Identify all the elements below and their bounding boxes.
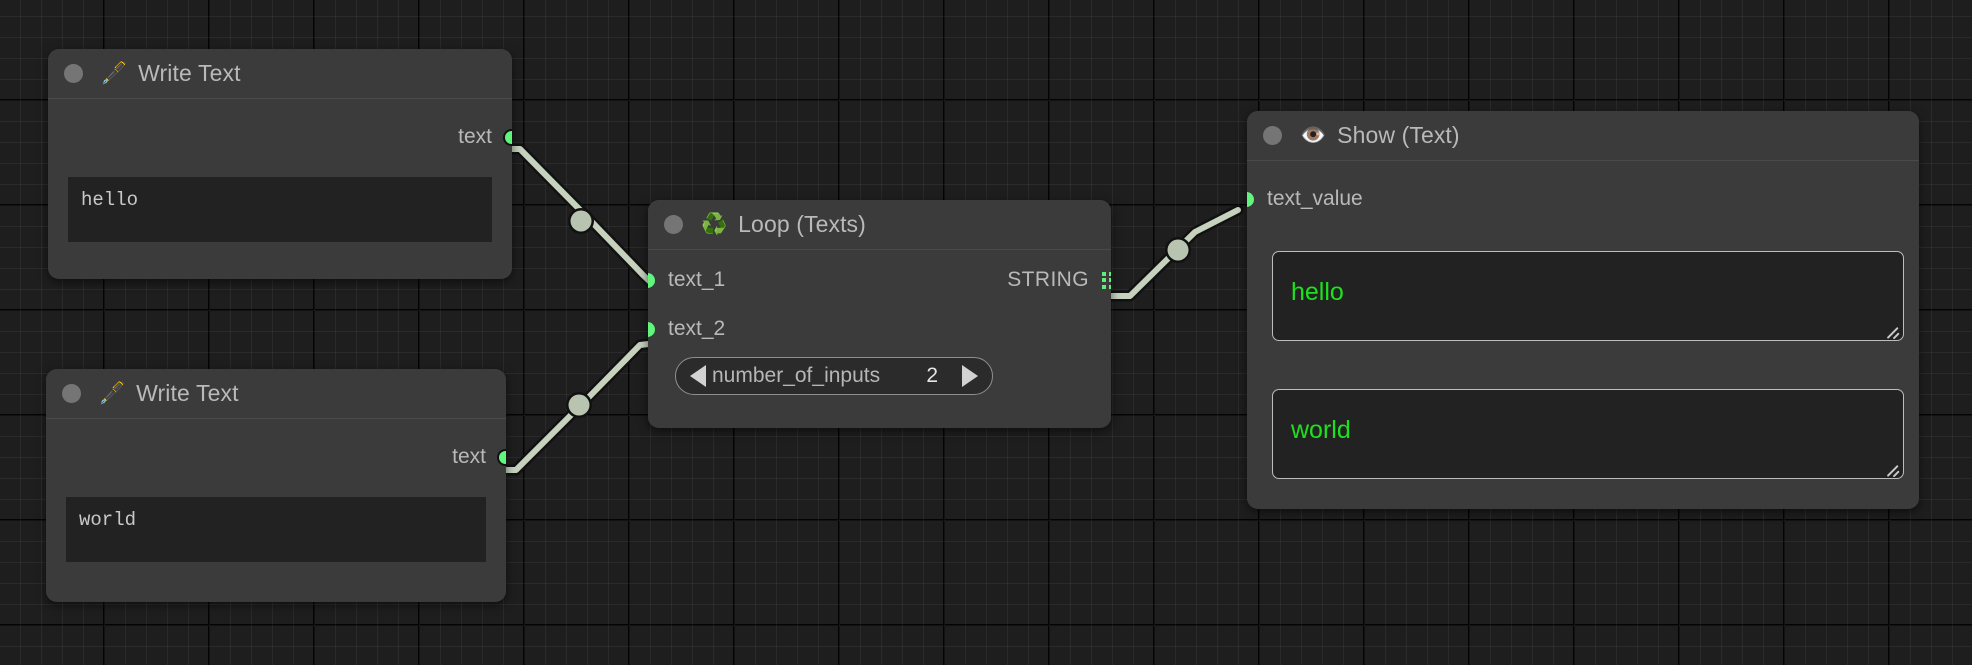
output-port-dot-text[interactable] (503, 129, 512, 146)
node-title: Write Text (138, 60, 240, 87)
collapse-toggle-dot[interactable] (62, 384, 81, 403)
node-body: text_value hello world (1247, 161, 1919, 508)
output-port-label: text (458, 125, 492, 149)
input-port-label-text-1: text_1 (668, 268, 725, 292)
node-loop-texts[interactable]: ♻️ Loop (Texts) text_1 STRING text_2 (648, 200, 1111, 428)
stepper-decrement-button[interactable] (690, 365, 706, 387)
result-box-2[interactable]: world (1272, 389, 1904, 479)
output-port-row-text[interactable]: text (458, 120, 512, 154)
input-port-label-text-value: text_value (1267, 187, 1363, 211)
input-port-label-text-2: text_2 (668, 317, 725, 341)
text-input-field[interactable]: world (66, 497, 486, 562)
port-row-text-2: text_2 (648, 312, 725, 346)
output-port-dot-text[interactable] (497, 449, 506, 466)
node-title: Show (Text) (1337, 122, 1460, 149)
node-body: text hello (48, 99, 512, 278)
collapse-toggle-dot[interactable] (64, 64, 83, 83)
input-port-dot-text-2[interactable] (648, 322, 655, 337)
node-header[interactable]: ♻️ Loop (Texts) (648, 200, 1111, 250)
eye-icon: 👁️ (1300, 125, 1326, 146)
result-value: world (1291, 416, 1351, 444)
collapse-toggle-dot[interactable] (664, 215, 683, 234)
node-body: text_1 STRING text_2 number_of_inputs 2 (648, 250, 1111, 427)
node-write-text-1[interactable]: 🖋️ Write Text text hello (48, 49, 512, 279)
wire-write-text-1-to-loop-text-1 (497, 149, 666, 297)
node-title: Write Text (136, 380, 238, 407)
node-show-text[interactable]: 👁️ Show (Text) text_value hello world (1247, 111, 1919, 509)
output-port-label: text (452, 445, 486, 469)
collapse-toggle-dot[interactable] (1263, 126, 1282, 145)
text-input-field[interactable]: hello (68, 177, 492, 242)
node-header[interactable]: 🖋️ Write Text (48, 49, 512, 99)
result-value: hello (1291, 278, 1344, 306)
node-graph-canvas[interactable]: 🖋️ Write Text text hello ♻️ Loop (Texts)… (0, 0, 1972, 665)
output-port-row-text[interactable]: text (452, 440, 506, 474)
resize-grip-icon[interactable] (1884, 322, 1899, 337)
recycle-icon: ♻️ (701, 214, 727, 235)
input-port-dot-text-1[interactable] (648, 273, 655, 288)
port-row-text-1: text_1 STRING (648, 268, 1111, 292)
grid-list-icon[interactable] (1102, 272, 1111, 289)
resize-grip-icon[interactable] (1884, 460, 1899, 475)
fountain-pen-icon: 🖋️ (99, 383, 125, 404)
wire-write-text-2-to-loop-text-2 (493, 342, 666, 470)
node-body: text world (46, 419, 506, 601)
stepper-increment-button[interactable] (962, 365, 978, 387)
number-of-inputs-stepper[interactable]: number_of_inputs 2 (675, 357, 993, 395)
node-header[interactable]: 🖋️ Write Text (46, 369, 506, 419)
node-header[interactable]: 👁️ Show (Text) (1247, 111, 1919, 161)
stepper-label: number_of_inputs (712, 364, 880, 388)
fountain-pen-icon: 🖋️ (101, 63, 127, 84)
input-port-dot-text-value[interactable] (1247, 192, 1254, 207)
node-title: Loop (Texts) (738, 211, 866, 238)
wire-loop-to-show-text (1098, 210, 1238, 296)
stepper-value: 2 (926, 364, 938, 388)
port-row-text-value: text_value (1247, 182, 1363, 216)
output-type-label-string: STRING (1007, 268, 1089, 292)
node-write-text-2[interactable]: 🖋️ Write Text text world (46, 369, 506, 602)
result-box-1[interactable]: hello (1272, 251, 1904, 341)
